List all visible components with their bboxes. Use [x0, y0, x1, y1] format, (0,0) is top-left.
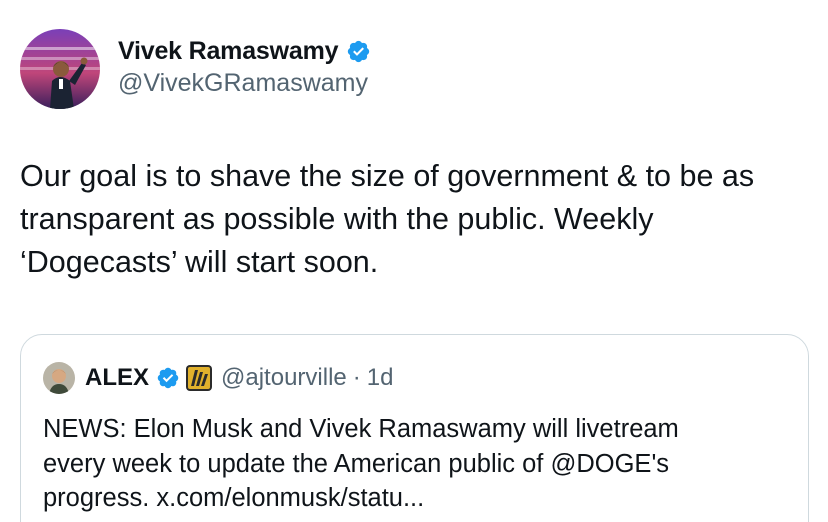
quoted-timestamp[interactable]: 1d — [367, 363, 394, 393]
quoted-tweet-header: ALEX @ajtourville · 1d — [43, 362, 393, 394]
affiliate-badge-icon[interactable] — [185, 364, 213, 392]
display-name-row: Vivek Ramaswamy — [118, 36, 371, 66]
author-avatar-image — [20, 29, 100, 109]
author-names: Vivek Ramaswamy @VivekGRamaswamy — [118, 36, 371, 98]
tweet-text: Our goal is to shave the size of governm… — [20, 159, 755, 279]
quoted-author-avatar[interactable] — [43, 362, 75, 394]
author-avatar[interactable] — [20, 29, 100, 109]
author-handle[interactable]: @VivekGRamaswamy — [118, 68, 371, 98]
quoted-author-name[interactable]: ALEX — [85, 363, 149, 393]
quoted-tweet[interactable]: ALEX @ajtourville · 1d NEWS: Elon Musk a… — [20, 334, 809, 522]
quoted-author-handle[interactable]: @ajtourville — [221, 363, 347, 393]
tweet: Vivek Ramaswamy @VivekGRamaswamy Our goa… — [0, 0, 828, 522]
separator-dot: · — [352, 364, 361, 391]
author-display-name[interactable]: Vivek Ramaswamy — [118, 36, 339, 66]
quoted-verified-badge-icon[interactable] — [156, 366, 180, 390]
quoted-tweet-text: NEWS: Elon Musk and Vivek Ramaswamy will… — [43, 415, 679, 512]
verified-badge-icon[interactable] — [346, 39, 371, 64]
